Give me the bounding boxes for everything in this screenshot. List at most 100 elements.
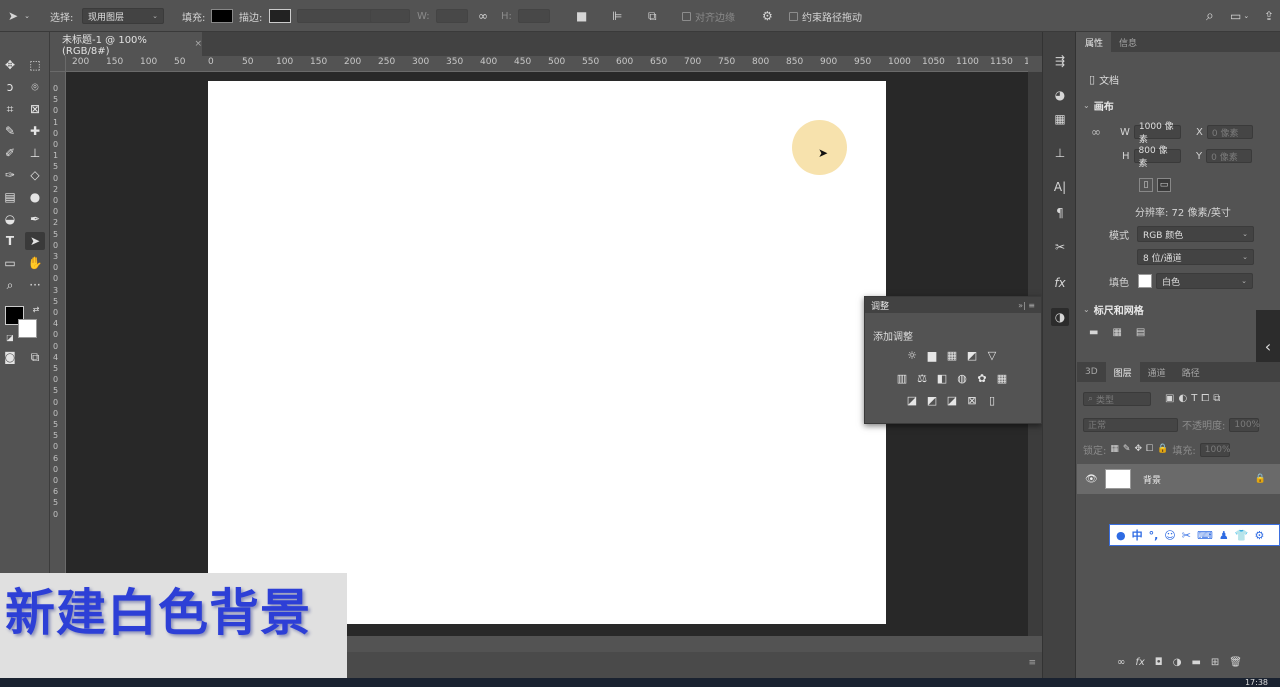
blend-mode-dropdown[interactable]: 正常 <box>1083 417 1178 432</box>
ime-emoji-icon[interactable]: ☺ <box>1164 529 1175 542</box>
bit-depth-dropdown[interactable]: 8 位/通道 ⌄ <box>1137 249 1254 265</box>
healing-brush-tool-icon[interactable]: ✚ <box>25 122 45 140</box>
more-tools-icon[interactable]: ··· <box>25 276 45 294</box>
paragraph-icon[interactable]: ¶ <box>1051 204 1069 222</box>
type-filter-icon[interactable]: T <box>1191 394 1197 404</box>
menu-icon[interactable]: ≡ <box>1028 658 1036 668</box>
workspace-icon[interactable]: ▭ <box>1230 10 1241 22</box>
tab-paths[interactable]: 路径 <box>1174 362 1208 382</box>
layer-kind-filter[interactable]: ⌕ 类型 <box>1083 392 1151 406</box>
ime-skin-icon[interactable]: 👕 <box>1235 529 1249 542</box>
move-tool-icon[interactable]: ✥ <box>0 56 20 74</box>
gradient-map-icon[interactable]: ▯ <box>985 394 999 407</box>
lock-transparent-icon[interactable]: ▦ <box>1110 445 1119 454</box>
h-input[interactable] <box>518 9 550 23</box>
quick-mask-icon[interactable]: ◙ <box>0 348 20 366</box>
ime-settings-icon[interactable]: ⚙ <box>1254 529 1264 542</box>
frame-tool-icon[interactable]: ⊠ <box>25 100 45 118</box>
lock-image-icon[interactable]: ✎ <box>1123 445 1131 454</box>
grid-icon[interactable]: ▦ <box>1112 328 1121 338</box>
ime-user-icon[interactable]: ♟ <box>1219 529 1229 542</box>
align-edges-checkbox[interactable] <box>682 11 691 21</box>
channel-mixer-icon[interactable]: ✿ <box>975 372 989 385</box>
character-icon[interactable]: A| <box>1051 178 1069 196</box>
w-input[interactable] <box>436 9 468 23</box>
ime-scissors-icon[interactable]: ✂ <box>1182 529 1191 542</box>
history-icon[interactable]: ⇶ <box>1051 52 1069 70</box>
fill-swatch[interactable] <box>211 9 233 23</box>
path-operations-icon[interactable]: ■ <box>576 10 587 22</box>
document-canvas[interactable] <box>208 81 886 624</box>
link-layers-icon[interactable]: ∞ <box>1117 658 1125 668</box>
clone-source-icon[interactable]: ⊥ <box>1051 144 1069 162</box>
curves-icon[interactable]: ▦ <box>945 349 959 362</box>
constrain-path-checkbox[interactable] <box>789 11 798 21</box>
trash-icon[interactable]: 🗑 <box>1229 658 1242 668</box>
history-brush-tool-icon[interactable]: ✑ <box>0 166 20 184</box>
selective-color-icon[interactable]: ⊠ <box>965 394 979 407</box>
ruler-origin[interactable] <box>50 56 66 72</box>
lock-all-icon[interactable]: 🔒 <box>1157 445 1168 454</box>
ime-punctuation-icon[interactable]: °, <box>1149 529 1159 542</box>
tab-channels[interactable]: 通道 <box>1140 362 1174 382</box>
type-tool-icon[interactable]: T <box>0 232 20 250</box>
document-tab[interactable]: 未标题-1 @ 100%(RGB/8#) × <box>52 32 202 57</box>
new-adjustment-layer-icon[interactable]: ◑ <box>1173 658 1182 668</box>
stroke-width-input[interactable] <box>297 9 375 23</box>
ruler-icon[interactable]: ▬ <box>1089 328 1098 338</box>
path-alignment-icon[interactable]: ⊫ <box>612 10 622 22</box>
photo-filter-icon[interactable]: ◍ <box>955 372 969 385</box>
y-field[interactable]: 0 像素 <box>1206 149 1253 163</box>
select-dropdown[interactable]: 现用图层 ⌄ <box>82 8 164 24</box>
crop-tool-icon[interactable]: ⌗ <box>0 100 20 118</box>
close-icon[interactable]: × <box>194 39 202 49</box>
chevron-down-icon[interactable]: ⌄ <box>1083 305 1090 314</box>
tab-properties[interactable]: 属性 <box>1077 32 1112 52</box>
hand-tool-icon[interactable]: ✋ <box>25 254 45 272</box>
layer-row[interactable]: 👁 背景 🔒 <box>1077 464 1280 494</box>
ime-keyboard-icon[interactable]: ⌨ <box>1197 529 1213 542</box>
ime-language[interactable]: 中 <box>1132 527 1143 543</box>
background-color-swatch[interactable] <box>18 319 37 338</box>
path-select-tool-icon[interactable]: ➤ ⌄ <box>8 0 30 32</box>
gradient-tool-icon[interactable]: ▤ <box>0 188 20 206</box>
default-colors-icon[interactable]: ◪ <box>0 328 20 346</box>
chevron-down-icon[interactable]: ⌄ <box>1083 101 1090 110</box>
guides-icon[interactable]: ▤ <box>1136 328 1145 338</box>
gear-icon[interactable]: ⚙ <box>762 10 773 22</box>
eyedropper-tool-icon[interactable]: ✎ <box>0 122 20 140</box>
quick-select-tool-icon[interactable]: ⌾ <box>25 78 45 96</box>
styles-icon[interactable]: fx <box>1051 274 1069 292</box>
invert-icon[interactable]: ◪ <box>905 394 919 407</box>
fill-field[interactable]: 100% <box>1199 442 1231 457</box>
path-arrangement-icon[interactable]: ⧉ <box>648 10 657 22</box>
shape-filter-icon[interactable]: ⧠ <box>1201 394 1209 404</box>
stroke-type-dropdown[interactable] <box>370 9 410 23</box>
new-layer-icon[interactable]: ⊞ <box>1211 658 1219 668</box>
blur-tool-icon[interactable]: ● <box>25 188 45 206</box>
posterize-icon[interactable]: ◩ <box>925 394 939 407</box>
visibility-eye-icon[interactable]: 👁 <box>1085 474 1098 485</box>
threshold-icon[interactable]: ◪ <box>945 394 959 407</box>
opacity-field[interactable]: 100% <box>1229 417 1260 432</box>
height-field[interactable]: 800 像素 <box>1133 146 1181 169</box>
brush-tool-icon[interactable]: ✐ <box>0 144 20 162</box>
tab-layers[interactable]: 图层 <box>1105 362 1140 382</box>
link-icon[interactable]: ∞ <box>478 10 488 22</box>
hue-saturation-icon[interactable]: ▥ <box>895 372 909 385</box>
marquee-tool-icon[interactable]: ⬚ <box>25 56 45 74</box>
vibrance-icon[interactable]: ▽ <box>985 349 999 362</box>
portrait-orientation-icon[interactable]: ▯ <box>1139 178 1153 192</box>
tab-info[interactable]: 信息 <box>1111 32 1145 52</box>
x-field[interactable]: 0 像素 <box>1206 125 1253 139</box>
tab-3d[interactable]: 3D <box>1077 362 1106 382</box>
eraser-tool-icon[interactable]: ◇ <box>25 166 45 184</box>
fill-dropdown[interactable]: 白色 ⌄ <box>1156 273 1253 289</box>
black-white-icon[interactable]: ◧ <box>935 372 949 385</box>
link-dimensions-icon[interactable]: ∞ <box>1091 125 1101 139</box>
levels-icon[interactable]: ▆ <box>925 349 939 362</box>
swap-colors-icon[interactable]: ⇄ <box>26 300 46 318</box>
adjustments-icon[interactable]: ◑ <box>1051 308 1069 326</box>
brightness-contrast-icon[interactable]: ☼ <box>905 349 919 362</box>
fill-color-swatch[interactable] <box>1138 274 1152 288</box>
